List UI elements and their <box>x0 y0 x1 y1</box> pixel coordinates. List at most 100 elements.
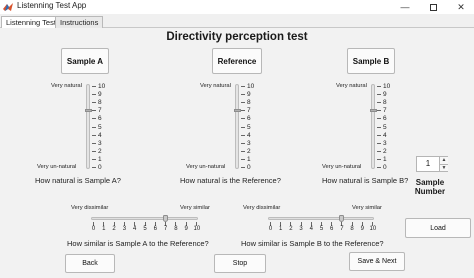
slider-tick <box>377 150 381 152</box>
slider-tick-label: 0 <box>268 226 273 232</box>
slider-tick-label: 8 <box>98 99 102 107</box>
slider-track[interactable] <box>235 84 239 169</box>
slider-tick-label: 4 <box>383 131 387 139</box>
listening-test-panel: Directivity perception test Sample A Ref… <box>0 28 474 278</box>
slider-tick <box>241 118 245 120</box>
sample-b-button[interactable]: Sample B <box>347 48 395 74</box>
sample-number-label-line2: Number <box>414 187 446 196</box>
slider-tick-label: 1 <box>98 155 102 163</box>
reference-button[interactable]: Reference <box>212 48 262 74</box>
very-natural-label: Very natural <box>200 83 231 89</box>
slider-tick-label: 9 <box>98 91 102 99</box>
very-unnatural-label: Very un-natural <box>322 164 362 170</box>
stop-button[interactable]: Stop <box>214 254 266 273</box>
slider-tick-label: 9 <box>247 91 251 99</box>
slider-tick-label: 10 <box>369 226 377 232</box>
increment-button[interactable]: ▲ <box>439 157 448 164</box>
slider-tick <box>241 142 245 144</box>
slider-tick-label: 7 <box>98 107 102 115</box>
slider-tick-label: 10 <box>247 83 255 90</box>
slider-tick-label: 0 <box>383 164 387 171</box>
slider-thumb[interactable] <box>338 215 344 222</box>
slider-tick <box>377 94 381 96</box>
slider-tick-label: 10 <box>98 83 106 90</box>
title-bar: Listenning Test App — ✕ <box>0 0 474 14</box>
load-button[interactable]: Load <box>405 218 471 238</box>
slider-tick <box>377 134 381 136</box>
slider-tick <box>377 102 381 104</box>
slider-tick <box>377 167 381 168</box>
slider-tick <box>92 94 96 96</box>
slider-tick <box>241 94 245 96</box>
slider-tick-label: 10 <box>383 83 391 90</box>
slider-tick <box>92 142 96 144</box>
page-title: Directivity perception test <box>166 31 308 43</box>
slider-tick-label: 0 <box>98 164 102 171</box>
slider-tick <box>241 86 245 87</box>
naturalness-question-sample-a: How natural is Sample A? <box>35 176 121 185</box>
slider-tick-label: 8 <box>247 99 251 107</box>
slider-tick-label: 7 <box>247 107 251 115</box>
slider-tick-label: 7 <box>340 226 344 232</box>
naturalness-question-sample-b: How natural is Sample B? <box>322 176 409 185</box>
save-next-button[interactable]: Save & Next <box>349 252 405 271</box>
slider-track[interactable] <box>86 84 90 169</box>
close-icon: ✕ <box>457 1 465 12</box>
slider-tick <box>241 110 245 112</box>
slider-thumb[interactable] <box>84 108 92 112</box>
slider-tick <box>92 158 96 160</box>
slider-tick <box>92 110 96 112</box>
slider-tick <box>377 110 381 112</box>
slider-tick <box>92 102 96 104</box>
slider-tick <box>92 118 96 120</box>
minimize-icon: — <box>400 2 410 12</box>
slider-track[interactable] <box>91 217 198 220</box>
slider-tick-label: 6 <box>98 115 102 123</box>
close-button[interactable]: ✕ <box>448 0 474 14</box>
slider-tick-label: 1 <box>383 155 387 163</box>
slider-tick-label: 5 <box>98 123 102 131</box>
window-title: Listenning Test App <box>17 1 87 10</box>
slider-tick <box>92 126 96 128</box>
slider-tick <box>377 86 381 87</box>
slider-thumb[interactable] <box>233 108 241 112</box>
slider-tick <box>241 126 245 128</box>
slider-tick-label: 8 <box>350 226 354 232</box>
slider-tick-label: 6 <box>153 226 157 232</box>
back-button[interactable]: Back <box>65 254 115 273</box>
slider-tick-label: 2 <box>247 147 251 155</box>
slider-tick <box>377 158 381 160</box>
slider-tick-label: 9 <box>184 226 188 232</box>
maximize-button[interactable] <box>420 0 446 14</box>
chevron-up-icon: ▲ <box>441 157 447 163</box>
slider-track[interactable] <box>268 217 374 220</box>
slider-tick-label: 4 <box>98 131 102 139</box>
slider-tick <box>241 150 245 152</box>
slider-tick <box>241 134 245 136</box>
slider-tick-label: 4 <box>309 226 313 232</box>
slider-thumb[interactable] <box>162 215 168 222</box>
slider-tick-label: 6 <box>330 226 334 232</box>
decrement-button[interactable]: ▼ <box>439 164 448 171</box>
tab-instructions[interactable]: Instructions <box>55 16 104 28</box>
slider-tick-label: 2 <box>383 147 387 155</box>
minimize-button[interactable]: — <box>392 0 418 14</box>
sample-number-spinner[interactable]: 1 ▲ ▼ <box>416 156 448 172</box>
slider-track[interactable] <box>371 84 375 169</box>
slider-tick-label: 2 <box>289 226 293 232</box>
slider-tick-label: 1 <box>247 155 251 163</box>
chevron-down-icon: ▼ <box>441 165 447 171</box>
similarity-question-sample-b: How similar is Sample B to the Reference… <box>241 239 384 248</box>
slider-tick <box>92 86 96 87</box>
very-unnatural-label: Very un-natural <box>186 164 226 170</box>
slider-tick <box>241 102 245 104</box>
slider-tick <box>241 158 245 160</box>
slider-thumb[interactable] <box>369 108 377 112</box>
sample-number-value[interactable]: 1 <box>417 157 439 171</box>
sample-a-button[interactable]: Sample A <box>61 48 109 74</box>
sample-number-label-line1: Sample <box>415 178 445 187</box>
slider-tick <box>241 167 245 168</box>
slider-tick-label: 3 <box>98 139 102 147</box>
slider-tick-label: 6 <box>383 115 387 123</box>
slider-tick-label: 9 <box>360 226 364 232</box>
